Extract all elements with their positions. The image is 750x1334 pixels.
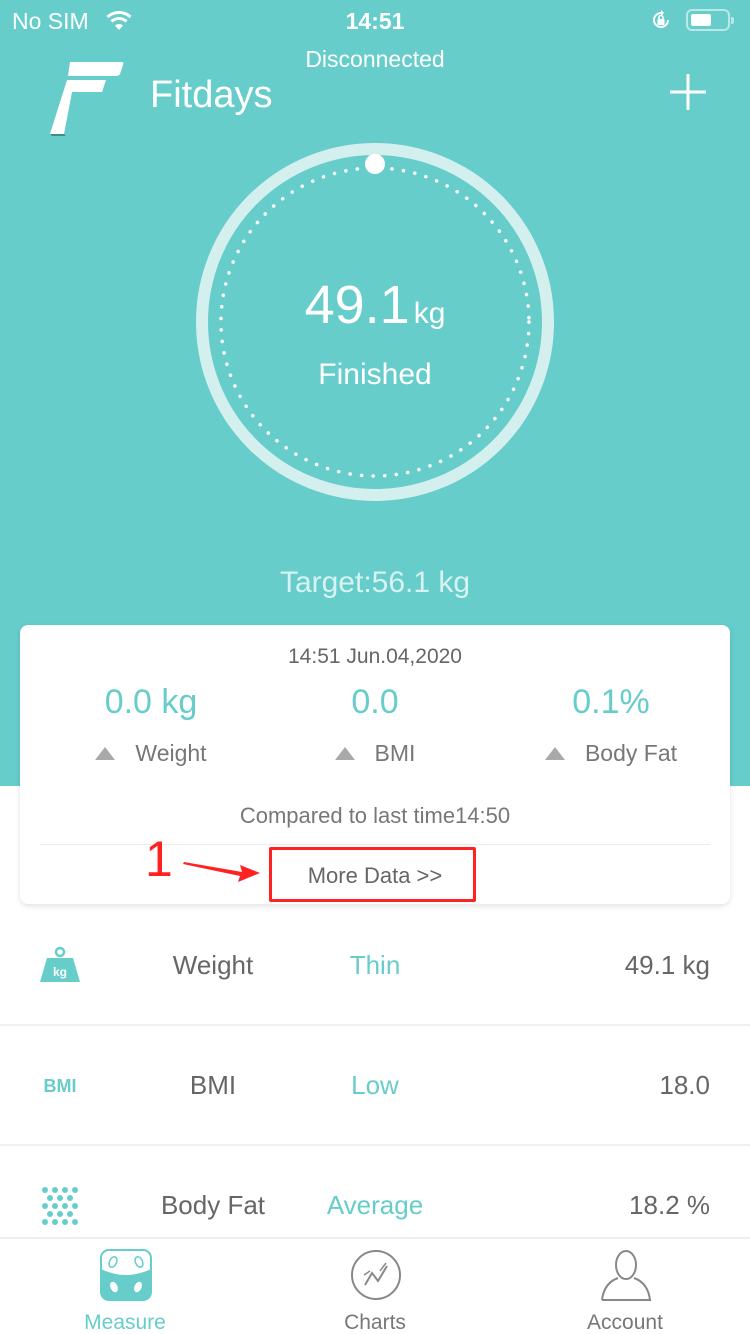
metric-value: 49.1 kg [624, 950, 710, 980]
change-bmi: 0.0 BMI [257, 683, 493, 767]
list-item-bmi[interactable]: BMI BMI Low 18.0 [0, 1026, 750, 1146]
weight-value: 49.1 [304, 275, 410, 335]
fat-dot [47, 1211, 53, 1217]
change-label: BMI [374, 740, 416, 766]
trend-up-icon [334, 747, 355, 760]
change-body-fat: 0.1% Body Fat [493, 683, 729, 767]
person-icon [601, 1250, 652, 1301]
chart-icon [351, 1250, 401, 1300]
fat-dot [62, 1187, 68, 1193]
change-label: Body Fat [584, 740, 678, 766]
svg-text:BMI: BMI [44, 1076, 77, 1096]
body-fat-dots-icon [42, 1187, 78, 1225]
clock: 14:51 [345, 8, 405, 34]
app-title: Fitdays [150, 74, 273, 116]
fat-dot [57, 1195, 63, 1201]
fat-dot [42, 1203, 48, 1209]
compare-text: Compared to last time14:50 [239, 803, 511, 828]
fat-dot [57, 1211, 63, 1217]
fat-dot [42, 1187, 48, 1193]
fat-dot [42, 1219, 48, 1225]
list-item-weight[interactable]: kg Weight Thin 49.1 kg [0, 906, 750, 1026]
fat-dot [62, 1219, 68, 1225]
tab-charts[interactable]: Charts [250, 1239, 500, 1334]
battery-icon [686, 9, 734, 31]
fat-dot [52, 1203, 58, 1209]
tab-label: Measure [84, 1311, 166, 1334]
annotation-arrow-icon [183, 862, 260, 882]
metric-value: 18.2 % [629, 1190, 710, 1220]
fitdays-logo-icon [50, 62, 124, 136]
change-weight: 0.0 kg Weight [33, 683, 269, 767]
tab-bar: Measure Charts Account [0, 1237, 750, 1334]
tab-label: Account [587, 1311, 663, 1334]
change-value: 0.1% [572, 683, 650, 721]
metric-level: Low [351, 1070, 399, 1100]
measurement-date: 14:51 Jun.04,2020 [288, 645, 462, 668]
measurement-status: Finished [318, 358, 432, 391]
change-label: Weight [135, 740, 207, 766]
fat-dot [62, 1203, 68, 1209]
fat-dot [47, 1195, 53, 1201]
fat-dot [52, 1219, 58, 1225]
weight-unit: kg [413, 297, 446, 330]
fat-dot [72, 1219, 78, 1225]
fat-dot [67, 1211, 73, 1217]
metric-list: kg Weight Thin 49.1 kg BMI BMI Low 18.0 … [0, 906, 750, 1266]
metric-level: Average [326, 1190, 424, 1220]
gauge-indicator-dot [365, 154, 385, 174]
plus-icon[interactable] [666, 70, 710, 114]
fat-dot [72, 1203, 78, 1209]
svg-text:kg: kg [53, 965, 67, 979]
card-divider [40, 844, 710, 845]
trend-up-icon [95, 747, 116, 760]
metric-value: 18.0 [659, 1070, 710, 1100]
metric-level: Thin [349, 950, 401, 980]
rotation-lock-icon [653, 10, 669, 28]
fat-dot [67, 1195, 73, 1201]
bmi-icon: BMI [44, 1076, 77, 1096]
change-value: 0.0 [351, 683, 399, 721]
tab-label: Charts [344, 1311, 406, 1334]
fat-dot [52, 1187, 58, 1193]
fat-dot [72, 1187, 78, 1193]
target-weight[interactable]: Target:56.1 kg [0, 566, 750, 600]
more-data-button[interactable]: More Data >> [20, 863, 730, 889]
status-bar: No SIM 14:51 [0, 0, 750, 42]
tab-measure[interactable]: Measure [0, 1239, 250, 1334]
annotation-number: 1 [145, 831, 173, 887]
weight-kg-icon: kg [40, 946, 80, 982]
measure-screen: No SIM 14:51 Disconnected Fitdays 49.1 k… [0, 0, 750, 1334]
gauge-readout: 49.1 kg [0, 274, 750, 336]
comparison-card: 14:51 Jun.04,2020 0.0 kg Weight 0.0 BMI … [20, 625, 730, 904]
tab-account[interactable]: Account [500, 1239, 750, 1334]
scale-icon [100, 1249, 152, 1301]
trend-up-icon [544, 747, 565, 760]
change-value: 0.0 kg [104, 683, 198, 721]
